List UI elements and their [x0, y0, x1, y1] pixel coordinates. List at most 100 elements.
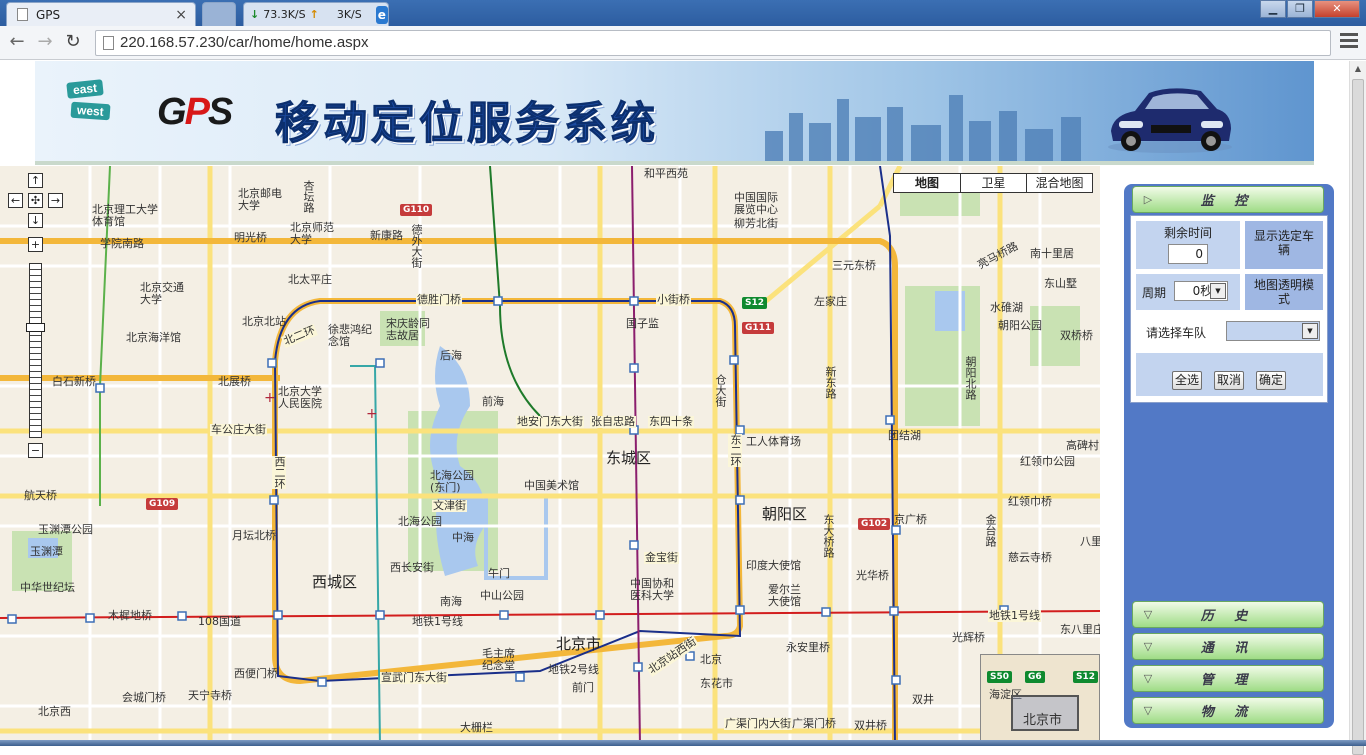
map-label: 爱尔兰大使馆: [768, 583, 801, 608]
direction-sign-logo: east west: [57, 75, 127, 125]
map-label: 北海公园(东门): [430, 469, 474, 494]
map-label: 小街桥: [656, 293, 691, 306]
map-label: 新东路: [824, 366, 837, 399]
zoom-in-button[interactable]: +: [28, 237, 43, 252]
zoom-out-button[interactable]: −: [28, 443, 43, 458]
road-shield: G6: [1025, 671, 1045, 683]
map-label: 北海公园: [398, 515, 442, 528]
scroll-up-icon[interactable]: ▲: [1350, 61, 1366, 77]
triangle-right-icon: ▷: [1143, 193, 1153, 206]
address-bar[interactable]: 220.168.57.230/car/home/home.aspx: [95, 30, 1331, 56]
remaining-time-label: 剩余时间: [1163, 226, 1212, 240]
remaining-time-input[interactable]: 0: [1168, 244, 1208, 264]
map-label: 柳芳北街: [734, 217, 778, 230]
map-label: 金宝街: [644, 551, 679, 564]
select-all-button[interactable]: 全选: [1172, 371, 1202, 390]
map-canvas[interactable]: + + 和平西苑 北京邮电大学 杏坛路 北京理工大学体育馆 学院南路 明光桥 北…: [0, 166, 1100, 746]
page-icon: [17, 8, 28, 21]
map-label: 文津街: [432, 499, 467, 512]
zoom-slider[interactable]: [29, 263, 42, 438]
map-label: 玉渊潭: [30, 545, 63, 558]
show-selected-vehicle-button[interactable]: 显示选定车辆: [1245, 221, 1323, 269]
map-transparent-mode-button[interactable]: 地图透明模式: [1245, 274, 1323, 310]
map-label: 木樨地桥: [108, 609, 152, 622]
map-type-hybrid[interactable]: 混合地图: [1026, 174, 1092, 192]
control-panel: ▷ 监 控 剩余时间 0 显示选定车辆 周期 0秒 ▼ 地图透明模式 请选择车队…: [1124, 184, 1334, 728]
map-label: 光华桥: [856, 569, 889, 582]
map-type-switch: 地图 卫星 混合地图: [893, 173, 1093, 193]
fleet-label: 请选择车队: [1146, 326, 1207, 340]
maximize-button[interactable]: ❐: [1287, 0, 1313, 18]
monitor-section-header[interactable]: ▷ 监 控: [1132, 186, 1324, 213]
road-shield: S12: [1073, 671, 1099, 683]
map-label: 德胜门桥: [416, 293, 462, 306]
pan-left-button[interactable]: ←: [8, 193, 23, 208]
zoom-slider-knob[interactable]: [26, 323, 45, 332]
sign-east: east: [66, 79, 104, 99]
fleet-cell: 请选择车队 ▼: [1136, 315, 1323, 348]
minimize-button[interactable]: ▁: [1260, 0, 1286, 18]
map-label: 北京海洋馆: [126, 331, 181, 344]
road-shield: G111: [742, 322, 775, 334]
period-select[interactable]: 0秒 ▼: [1174, 281, 1228, 301]
page-scrollbar[interactable]: ▲: [1349, 61, 1366, 755]
road-shield: G102: [858, 518, 891, 530]
overview-map[interactable]: S50 G6 S12 海淀区 北京市: [980, 654, 1100, 746]
history-section-header[interactable]: ▽ 历 史: [1132, 601, 1324, 628]
communication-section-header[interactable]: ▽ 通 讯: [1132, 633, 1324, 660]
map-label: 北京北站: [242, 315, 286, 328]
menu-icon[interactable]: [1340, 33, 1358, 51]
fleet-select[interactable]: ▼: [1226, 321, 1320, 341]
map-label: 前海: [482, 395, 504, 408]
map-label: 地安门东大街: [516, 415, 584, 428]
new-tab-button[interactable]: [202, 2, 236, 26]
map-label: 宣武门东大街: [380, 671, 448, 684]
gps-logo: GPS: [157, 91, 233, 133]
reload-icon[interactable]: ↻: [62, 32, 84, 54]
map-road-layer: + +: [0, 166, 1100, 746]
management-section-header[interactable]: ▽ 管 理: [1132, 665, 1324, 692]
map-label: 中国协和医科大学: [630, 577, 674, 602]
pan-center-button[interactable]: ✣: [28, 193, 43, 208]
back-arrow-icon[interactable]: ←: [6, 32, 28, 54]
map-label: 八里: [1080, 535, 1100, 548]
map-label: 德外大街: [410, 224, 423, 268]
district-label: 西城区: [312, 573, 358, 591]
tab-gps[interactable]: GPS ×: [6, 2, 196, 26]
close-tab-icon[interactable]: ×: [175, 7, 187, 23]
map-label: 车公庄大街: [210, 423, 267, 436]
pan-down-button[interactable]: ↓: [28, 213, 43, 228]
scroll-thumb[interactable]: [1352, 79, 1364, 755]
map-label: 双井桥: [854, 719, 887, 732]
management-label: 管 理: [1200, 673, 1256, 688]
map-label: 北京: [700, 653, 722, 666]
cancel-button[interactable]: 取消: [1214, 371, 1244, 390]
map-label: 地铁1号线: [988, 609, 1041, 622]
map-label: 朝阳北路: [964, 356, 977, 400]
triangle-down-icon: ▽: [1143, 672, 1153, 685]
map-label: 北京邮电大学: [238, 187, 282, 212]
pan-up-button[interactable]: ↑: [28, 173, 43, 188]
map-label: 明光桥: [234, 231, 267, 244]
confirm-button[interactable]: 确定: [1256, 371, 1286, 390]
map-label: 西二环: [272, 456, 286, 489]
map-label: 东八里庄: [1060, 623, 1100, 636]
ie-icon[interactable]: e: [375, 5, 388, 24]
map-label: 前门: [572, 681, 594, 694]
overview-label: 北京市: [1023, 713, 1063, 728]
banner-title: 移动定位服务系统: [275, 98, 659, 150]
action-buttons-row: 全选 取消 确定: [1136, 353, 1323, 396]
page-icon: [103, 36, 114, 50]
pan-right-button[interactable]: →: [48, 193, 63, 208]
map-label: 会城门桥: [122, 691, 166, 704]
map-type-satellite[interactable]: 卫星: [960, 174, 1026, 192]
map-label: 地铁1号线: [412, 615, 463, 628]
map-label: 金台路: [984, 514, 997, 547]
map-label: 中华世纪坛: [20, 581, 75, 594]
map-label: 东二环: [728, 434, 742, 467]
close-window-button[interactable]: ✕: [1314, 0, 1360, 18]
map-label: 双桥桥: [1060, 329, 1093, 342]
forward-arrow-icon[interactable]: →: [34, 32, 56, 54]
map-type-map[interactable]: 地图: [894, 174, 960, 192]
logistics-section-header[interactable]: ▽ 物 流: [1132, 697, 1324, 724]
